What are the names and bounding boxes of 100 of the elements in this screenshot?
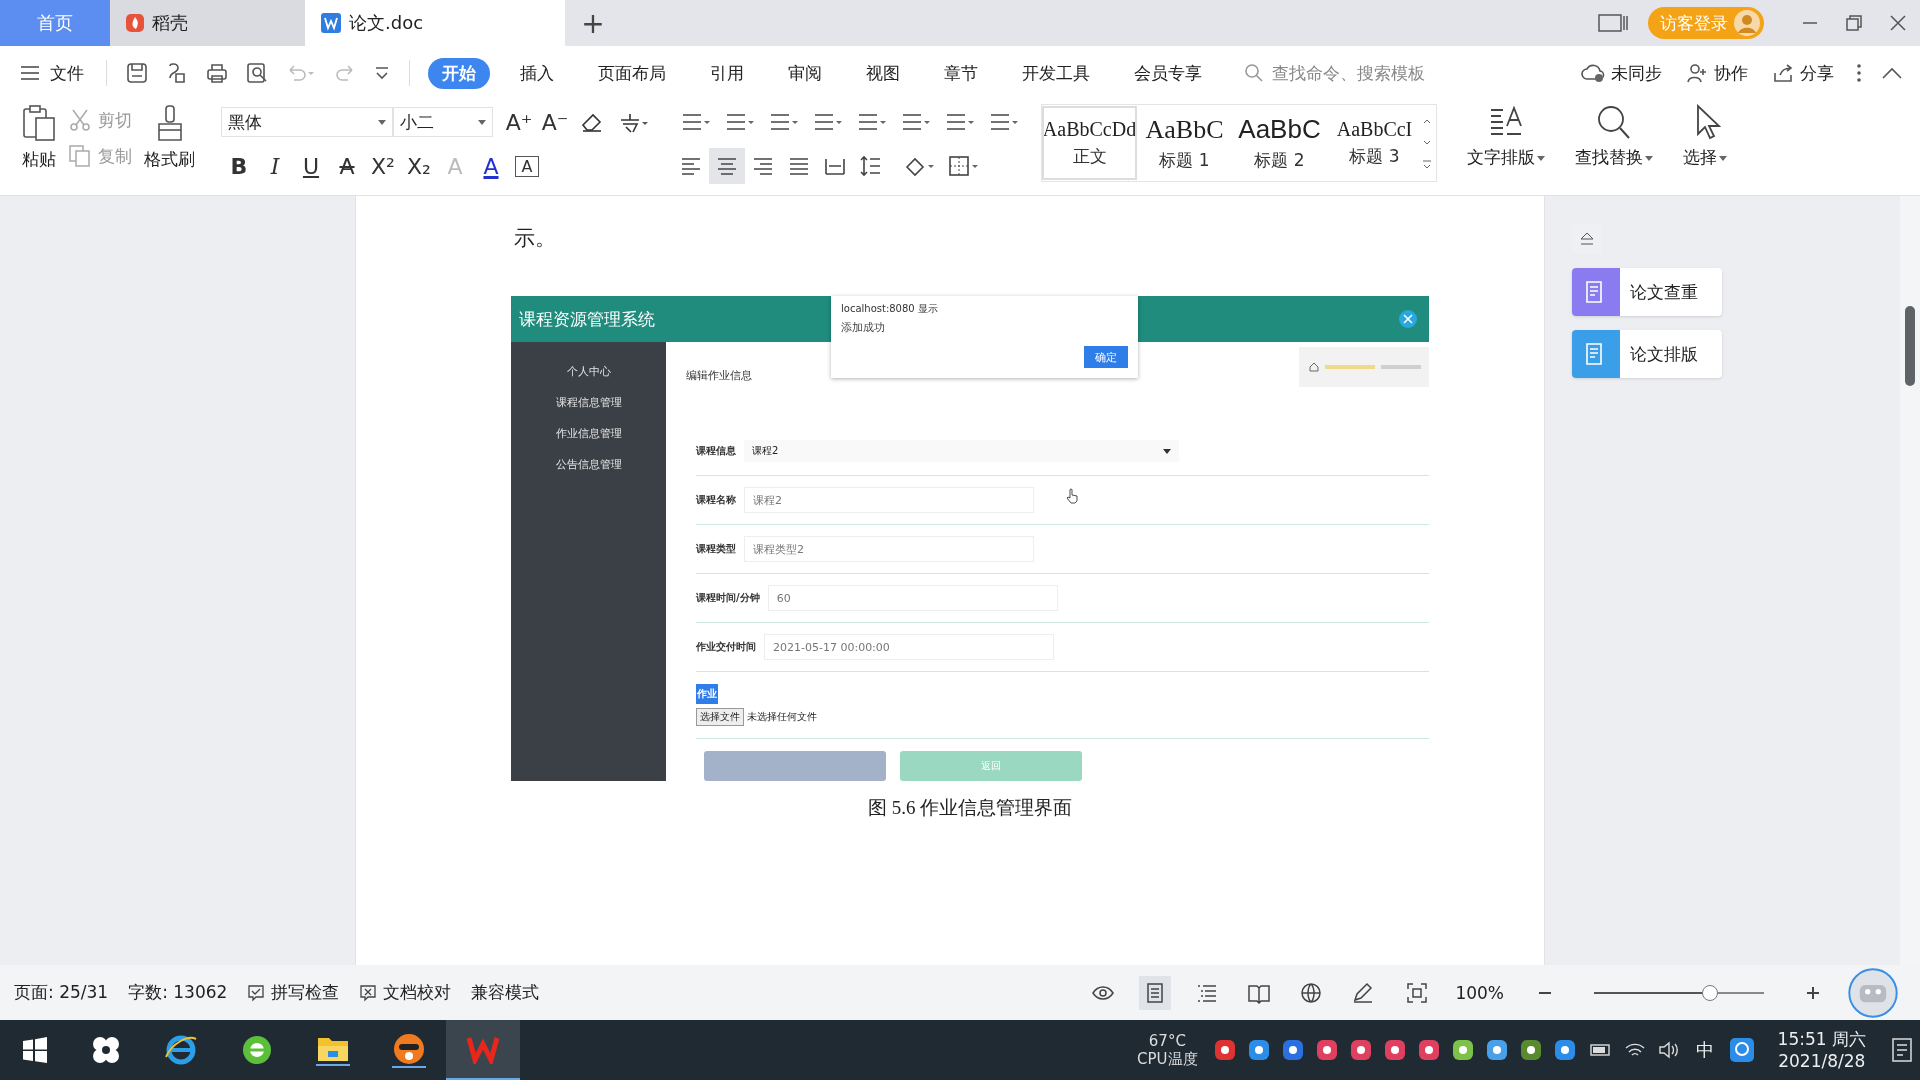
eraser-icon[interactable]	[580, 111, 604, 133]
align-button[interactable]	[709, 148, 745, 184]
paragraph-tool-icon[interactable]	[988, 111, 1018, 133]
ribbon-tab[interactable]: 视图	[852, 57, 914, 89]
paragraph-tool-icon[interactable]	[856, 111, 886, 133]
layout-icon[interactable]	[1598, 13, 1628, 33]
ribbon-tool-button[interactable]: 选择	[1675, 104, 1735, 169]
notification-icon[interactable]	[1890, 1037, 1914, 1063]
scrollbar[interactable]	[1900, 196, 1920, 965]
document-tab[interactable]: 论文.doc	[305, 0, 565, 46]
tray-icon[interactable]	[1281, 1039, 1304, 1061]
tray-icon[interactable]	[1485, 1039, 1508, 1061]
font-size-button[interactable]: A⁺	[501, 109, 537, 135]
app-tray-icon[interactable]	[1729, 1038, 1754, 1062]
print-icon[interactable]	[206, 62, 228, 84]
font-format-button[interactable]: B	[221, 153, 257, 179]
select-field[interactable]: 课程2	[744, 440, 1179, 462]
file-menu-button[interactable]: 文件	[20, 61, 84, 85]
ribbon-tool-button[interactable]: 查找替换	[1567, 104, 1661, 169]
windows-logo-icon[interactable]	[22, 1037, 48, 1063]
browser-icon[interactable]	[164, 1033, 198, 1067]
input-method-indicator[interactable]: 中	[1695, 1038, 1714, 1062]
new-tab-button[interactable]: +	[565, 0, 621, 46]
close-icon[interactable]	[1888, 13, 1908, 33]
ribbon-tab[interactable]: 插入	[506, 57, 568, 89]
font-format-button[interactable]: U	[293, 153, 329, 179]
sidebar-item[interactable]: 公告信息管理	[555, 457, 622, 472]
collapse-icon[interactable]	[1881, 66, 1903, 80]
ribbon-tab[interactable]: 引用	[696, 57, 758, 89]
toolbar-action[interactable]: 协作	[1686, 61, 1748, 85]
zoom-slider[interactable]	[1594, 984, 1764, 1001]
ribbon-tab[interactable]: 会员专享	[1120, 57, 1216, 89]
paragraph-tool-icon[interactable]	[768, 111, 798, 133]
speaker-icon[interactable]	[1657, 1040, 1680, 1060]
tray-icon[interactable]	[1553, 1039, 1576, 1061]
font-format-button[interactable]: X²	[365, 153, 401, 179]
font-format-button[interactable]: A	[515, 155, 539, 177]
input-field[interactable]: 课程类型2	[744, 536, 1034, 562]
zoom-level[interactable]: 100%	[1455, 982, 1504, 1003]
tray-icon[interactable]	[1417, 1039, 1440, 1061]
office-app-icon[interactable]	[446, 1020, 520, 1080]
shading-icon[interactable]	[904, 155, 934, 177]
tray-icon[interactable]	[1383, 1039, 1406, 1061]
search-field[interactable]: 查找命令、搜索模板	[1244, 62, 1484, 84]
spell-check-button[interactable]: 拼写检查	[247, 981, 340, 1004]
paragraph-tool-icon[interactable]	[680, 111, 710, 133]
fit-page-icon[interactable]	[1406, 981, 1429, 1004]
ok-button[interactable]: 确定	[1084, 346, 1128, 368]
side-panel-button[interactable]: 论文排版	[1572, 330, 1722, 378]
ribbon-tab[interactable]: 开始	[428, 57, 490, 89]
zoom-in-icon[interactable]	[1805, 984, 1821, 1001]
choose-file-button[interactable]: 选择文件	[696, 708, 744, 726]
toolbar-action[interactable]: 分享	[1772, 61, 1834, 85]
tray-icon[interactable]	[1349, 1039, 1372, 1061]
sidebar-item[interactable]: 个人中心	[566, 364, 611, 379]
sidebar-item[interactable]: 作业信息管理	[555, 426, 622, 441]
paragraph-tool-icon[interactable]	[724, 111, 754, 133]
tray-icon[interactable]	[1213, 1039, 1236, 1061]
view-mode-button[interactable]	[1139, 975, 1172, 1010]
font-name-field[interactable]: 黑体	[221, 107, 393, 137]
ribbon-tool-button[interactable]: 文字排版	[1459, 104, 1553, 169]
font-format-button[interactable]: A	[329, 153, 365, 179]
format-painter-button[interactable]: 格式刷	[136, 104, 203, 171]
ribbon-tab[interactable]: 页面布局	[584, 57, 680, 89]
ribbon-tab[interactable]: 开发工具	[1008, 57, 1104, 89]
font-size-button[interactable]: A⁻	[537, 109, 573, 135]
paragraph-tool-icon[interactable]	[900, 111, 930, 133]
style-preset[interactable]: AaBbC 标题 2	[1232, 106, 1327, 180]
paste-button[interactable]: 粘贴	[14, 104, 64, 171]
assistant-avatar-icon[interactable]	[1848, 967, 1898, 1018]
toolbar-action[interactable]: 未同步	[1581, 61, 1662, 85]
sidebar-item[interactable]: 课程信息管理	[555, 395, 622, 410]
font-size-field[interactable]: 小二	[393, 107, 493, 137]
input-field[interactable]: 2021-05-17 00:00:00	[764, 634, 1054, 660]
proofread-button[interactable]: 文档校对	[359, 981, 452, 1004]
restore-icon[interactable]	[1844, 13, 1864, 33]
input-field[interactable]: 课程2	[744, 487, 1034, 513]
tray-icon[interactable]	[1519, 1039, 1542, 1061]
input-field[interactable]: 60	[767, 585, 1058, 611]
font-format-button[interactable]: A	[473, 153, 509, 179]
tray-icon[interactable]	[1247, 1039, 1270, 1061]
font-format-button[interactable]: X₂	[401, 153, 437, 179]
more-icon[interactable]	[1855, 63, 1863, 83]
font-format-button[interactable]: I	[257, 153, 293, 179]
print-preview-icon[interactable]	[246, 62, 268, 84]
ribbon-tab[interactable]: 章节	[930, 57, 992, 89]
tray-icon[interactable]	[1451, 1039, 1474, 1061]
document-tab[interactable]: 稻壳	[110, 0, 305, 46]
save-icon[interactable]	[126, 62, 148, 84]
battery-icon[interactable]	[1587, 1042, 1612, 1058]
paragraph-tool-icon[interactable]	[812, 111, 842, 133]
expand-icon[interactable]	[1399, 310, 1417, 328]
ribbon-tab[interactable]: 审阅	[774, 57, 836, 89]
paragraph-tool-icon[interactable]	[944, 111, 974, 133]
style-preset[interactable]: AaBbC 标题 1	[1137, 106, 1232, 180]
side-panel-button[interactable]: 论文查重	[1572, 268, 1722, 316]
style-preset[interactable]: AaBbCcI 标题 3	[1327, 106, 1422, 180]
browser-icon[interactable]	[240, 1033, 274, 1067]
tray-icon[interactable]	[1315, 1039, 1338, 1061]
borders-icon[interactable]	[948, 155, 978, 177]
